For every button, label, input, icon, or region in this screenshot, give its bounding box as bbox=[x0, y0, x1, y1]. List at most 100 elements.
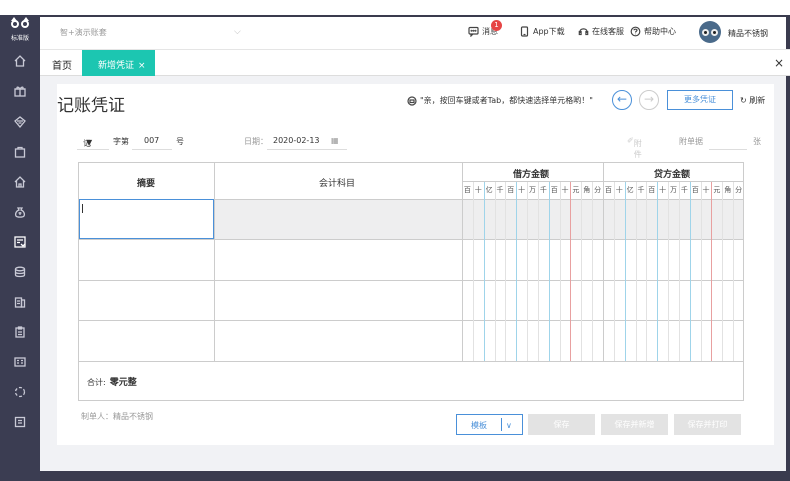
chevron-down-icon: ⌵ bbox=[234, 27, 241, 37]
digit-divider bbox=[657, 182, 659, 361]
app-download-button[interactable]: App下载 bbox=[519, 26, 565, 37]
save-print-button[interactable]: 保存并打印 bbox=[674, 414, 741, 435]
digit-header: 亿 bbox=[485, 186, 493, 194]
digit-divider bbox=[472, 182, 474, 361]
voucher-meta: 记 ▼ 字第 007 号 日期： 2020-02-13 ▦ ✐ 附件 附单据 张 bbox=[77, 134, 767, 159]
calendar-icon[interactable]: ▦ bbox=[331, 136, 339, 145]
app-download-label: App下载 bbox=[533, 27, 565, 36]
tab-home[interactable]: 首页 bbox=[52, 57, 72, 72]
tab-new-voucher[interactable]: 新增凭证 × bbox=[82, 50, 155, 76]
attachment-label: 附件 bbox=[633, 139, 642, 159]
logo-text: 标准版 bbox=[10, 35, 29, 42]
keyboard-hint-text: "亲，按回车键或者Tab，都快速选择单元格哟！" bbox=[420, 96, 593, 105]
digit-header: 百 bbox=[507, 186, 515, 194]
messages-badge: 1 bbox=[491, 20, 502, 31]
date-label: 日期： bbox=[244, 137, 268, 146]
prev-voucher-button[interactable]: ← bbox=[612, 90, 632, 110]
digit-divider bbox=[722, 182, 724, 361]
sidebar: 标准版 bbox=[0, 15, 40, 481]
total-label: 合计: bbox=[87, 378, 106, 387]
digit-header: 分 bbox=[735, 186, 743, 194]
avatar[interactable] bbox=[699, 21, 721, 43]
digit-header: 角 bbox=[724, 186, 732, 194]
digit-divider bbox=[711, 182, 713, 361]
digit-divider bbox=[635, 182, 637, 361]
book-icon[interactable] bbox=[13, 295, 27, 309]
main-area: 记账凭证 "亲，按回车键或者Tab，都快速选择单元格哟！" ← → 更多凭证 ↻… bbox=[40, 76, 786, 471]
tab-new-voucher-label: 新增凭证 bbox=[98, 61, 135, 71]
digit-header: 十 bbox=[615, 186, 623, 194]
clipboard-icon[interactable] bbox=[13, 325, 27, 339]
digit-divider bbox=[516, 182, 518, 361]
template-button[interactable]: 模板 ∨ bbox=[456, 414, 523, 435]
voucher-number-input[interactable]: 007 bbox=[144, 136, 159, 145]
user-name[interactable]: 精品不锈钢 bbox=[728, 28, 768, 39]
save-button[interactable]: 保存 bbox=[528, 414, 595, 435]
voucher-table: 摘要 会计科目 借方金额 贷方金额 百十亿千百十万千百十元角分百十亿千百十万千百… bbox=[78, 162, 744, 401]
digit-header: 百 bbox=[550, 186, 558, 194]
voucher-icon[interactable] bbox=[13, 235, 27, 249]
digit-header: 分 bbox=[594, 186, 602, 194]
help-center-button[interactable]: 帮助中心 bbox=[630, 26, 676, 37]
total-value: 零元整 bbox=[109, 378, 137, 388]
digit-header: 元 bbox=[572, 186, 580, 194]
help-icon bbox=[630, 26, 641, 37]
col-account: 会计科目 bbox=[319, 179, 356, 189]
close-all-icon[interactable]: × bbox=[774, 56, 784, 70]
col-summary: 摘要 bbox=[137, 179, 156, 189]
header: 智+演示账套 ⌵ 消息 1 App下载 在线客服 帮助中心 精品不锈钢 bbox=[40, 17, 786, 49]
col-debit: 借方金额 bbox=[513, 170, 550, 180]
gift-icon[interactable] bbox=[13, 84, 27, 98]
digit-divider bbox=[581, 182, 583, 361]
refresh-button[interactable]: ↻ 刷新 bbox=[740, 95, 765, 106]
number-suffix: 号 bbox=[176, 137, 184, 146]
more-vouchers-button[interactable]: 更多凭证 bbox=[667, 90, 733, 110]
money-bag-icon[interactable] bbox=[13, 205, 27, 219]
active-row-highlight bbox=[214, 199, 743, 239]
date-input[interactable]: 2020-02-13 bbox=[273, 136, 320, 145]
digit-divider bbox=[570, 182, 572, 361]
keyboard-icon bbox=[407, 95, 417, 106]
home-icon[interactable] bbox=[13, 54, 27, 68]
report-icon[interactable] bbox=[13, 355, 27, 369]
docs-unit: 张 bbox=[753, 137, 761, 146]
digit-header: 角 bbox=[583, 186, 591, 194]
attachment-button[interactable]: ✐ 附件 bbox=[627, 136, 642, 159]
digit-divider bbox=[505, 182, 507, 361]
coins-icon[interactable] bbox=[13, 265, 27, 279]
chevron-down-icon[interactable]: ∨ bbox=[506, 415, 512, 436]
digit-header: 千 bbox=[539, 186, 547, 194]
voucher-panel: 记账凭证 "亲，按回车键或者Tab，都快速选择单元格哟！" ← → 更多凭证 ↻… bbox=[57, 84, 774, 445]
doc-icon[interactable] bbox=[13, 415, 27, 429]
maker-label: 制单人：精品不锈钢 bbox=[81, 412, 153, 421]
refresh-label: 刷新 bbox=[749, 96, 766, 105]
logo[interactable]: 标准版 bbox=[5, 17, 35, 45]
house-icon[interactable] bbox=[13, 175, 27, 189]
bag-icon[interactable] bbox=[13, 145, 27, 159]
digit-header: 十 bbox=[561, 186, 569, 194]
total-row: 合计: 零元整 bbox=[87, 375, 137, 388]
save-new-button[interactable]: 保存并新增 bbox=[601, 414, 668, 435]
digit-divider bbox=[494, 182, 496, 361]
digit-header: 百 bbox=[604, 186, 612, 194]
digit-header: 万 bbox=[669, 186, 677, 194]
digit-divider bbox=[733, 182, 735, 361]
digit-divider bbox=[678, 182, 680, 361]
next-voucher-button[interactable]: → bbox=[639, 90, 659, 110]
headset-icon bbox=[578, 28, 589, 36]
diamond-icon[interactable] bbox=[13, 115, 27, 129]
digit-header: 百 bbox=[691, 186, 699, 194]
digit-header: 亿 bbox=[626, 186, 634, 194]
account-select[interactable]: 智+演示账套 ⌵ bbox=[60, 27, 241, 41]
online-support-button[interactable]: 在线客服 bbox=[578, 26, 624, 37]
tab-close-icon[interactable]: × bbox=[138, 61, 146, 71]
summary-input[interactable] bbox=[79, 199, 214, 239]
template-label: 模板 bbox=[471, 421, 487, 430]
online-support-label: 在线客服 bbox=[592, 27, 624, 36]
digit-header: 十 bbox=[518, 186, 526, 194]
digit-header: 千 bbox=[680, 186, 688, 194]
digit-header: 十 bbox=[474, 186, 482, 194]
digit-header: 千 bbox=[496, 186, 504, 194]
refresh-cycle-icon[interactable] bbox=[13, 385, 27, 399]
phone-icon bbox=[520, 26, 529, 37]
